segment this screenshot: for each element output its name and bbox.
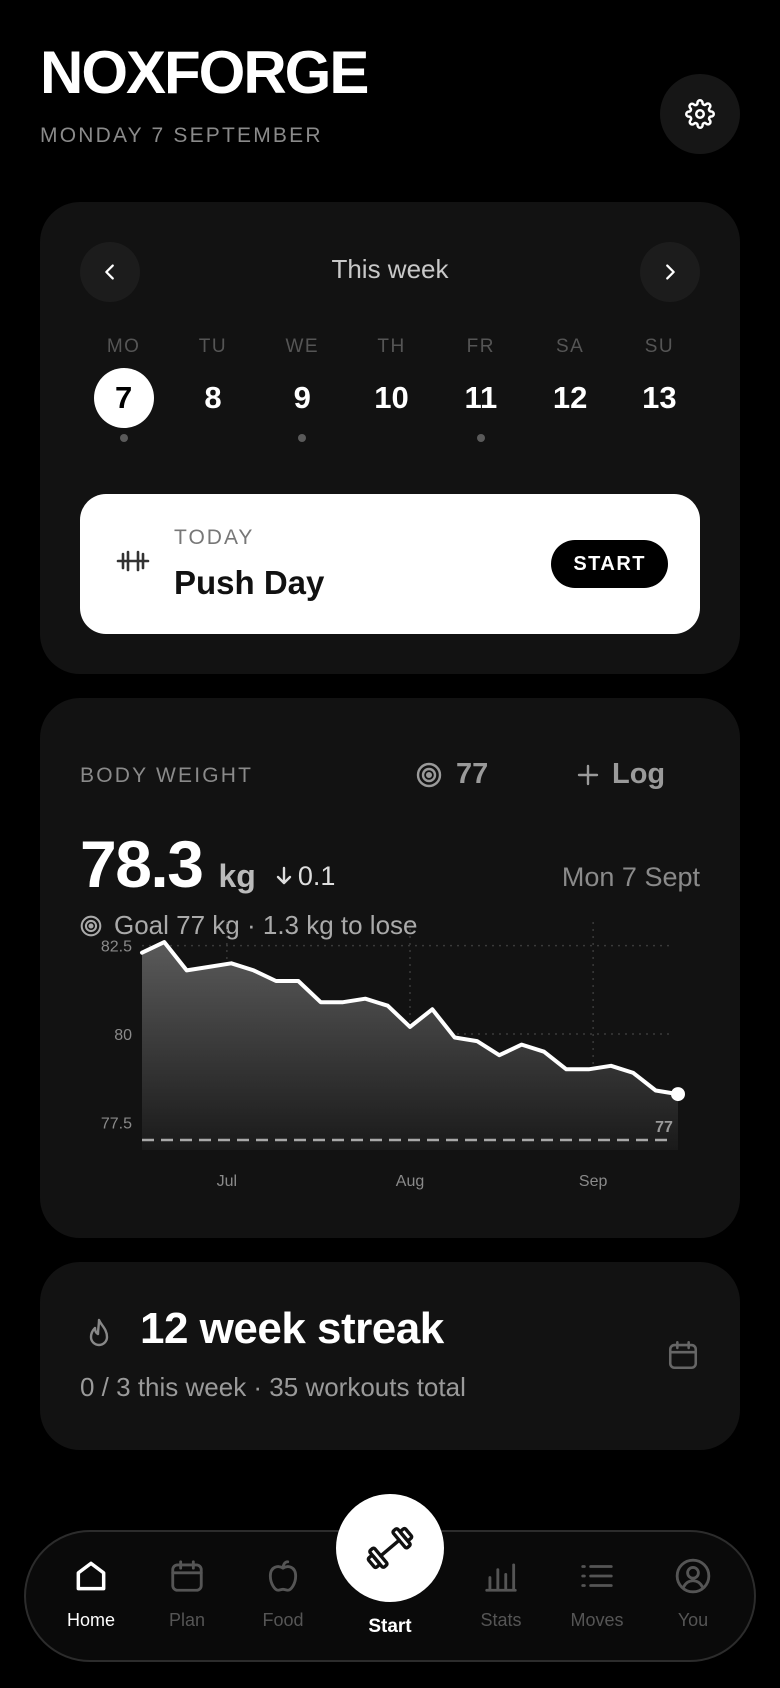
today-workout-card[interactable]: TODAY Push Day START (80, 494, 700, 634)
day-abbr: TH (377, 336, 406, 357)
day-abbr: TU (198, 336, 228, 357)
current-date: MONDAY 7 SEPTEMBER (40, 124, 323, 147)
start-workout-button[interactable]: START (551, 540, 668, 588)
day-mon[interactable]: MO 7 (79, 336, 168, 442)
workout-dot (119, 434, 128, 442)
flame-icon (89, 1318, 109, 1347)
workout-dot (655, 434, 663, 442)
list-icon (581, 1565, 613, 1587)
x-tick-label: Sep (579, 1173, 608, 1190)
day-number: 11 (464, 380, 498, 415)
day-abbr: MO (106, 336, 141, 357)
chevron-right-icon (666, 264, 675, 280)
tab-label: Plan (168, 1610, 206, 1630)
tab-home[interactable]: Home (46, 1554, 136, 1631)
tab-label: Start (368, 1616, 412, 1637)
barbell-icon (116, 550, 150, 572)
day-thu[interactable]: TH 10 (347, 336, 436, 442)
dumbbell-icon (366, 1526, 414, 1570)
apple-icon (268, 1560, 298, 1592)
tab-plan[interactable]: Plan (142, 1554, 232, 1631)
tab-label: You (677, 1610, 709, 1630)
y-tick-label: 82.5 (101, 939, 132, 956)
header: NOXFORGE MONDAY 7 SEPTEMBER (40, 39, 369, 148)
day-sat[interactable]: SA 12 (525, 336, 614, 442)
goal-line-label: 77 (655, 1119, 673, 1136)
workout-dot (298, 434, 307, 442)
workout-dot (209, 434, 217, 442)
weight-area (142, 942, 678, 1150)
calendar-icon (171, 1560, 203, 1592)
x-tick-label: Aug (396, 1173, 424, 1190)
week-card: This week MO 7 TU 8 WE 9 TH 10 FR 11 SA … (40, 202, 740, 674)
workout-dot (566, 434, 574, 442)
day-number: 7 (93, 368, 154, 428)
day-number: 9 (293, 380, 311, 415)
gear-icon (685, 99, 715, 129)
calendar-icon[interactable] (666, 1338, 700, 1372)
tab-moves[interactable]: Moves (552, 1554, 642, 1631)
tab-label: Stats (480, 1610, 522, 1630)
day-tue[interactable]: TU 8 (168, 336, 257, 442)
streak-card[interactable]: 12 week streak 0 / 3 this week · 35 work… (40, 1262, 740, 1450)
day-number: 12 (552, 380, 588, 415)
x-tick-label: Jul (217, 1173, 237, 1190)
day-abbr: WE (285, 336, 320, 357)
y-tick-label: 80 (114, 1027, 132, 1044)
tab-food[interactable]: Food (238, 1554, 328, 1631)
day-wed[interactable]: WE 9 (258, 336, 347, 442)
week-title: This week (331, 254, 449, 284)
day-number: 10 (374, 380, 409, 415)
day-number: 13 (642, 380, 677, 415)
tab-stats[interactable]: Stats (456, 1554, 546, 1631)
body-weight-card: BODY WEIGHT 77 Log 78.3 kg 0.1 Mon 7 Sep… (40, 698, 740, 1238)
week-days: MO 7 TU 8 WE 9 TH 10 FR 11 SA 12 SU 13 (79, 336, 704, 442)
weight-chart: 82.5 80 77.5 Jul Aug Sep 77 (101, 922, 685, 1190)
home-icon (76, 1561, 106, 1591)
y-tick-label: 77.5 (101, 1115, 132, 1132)
next-week-button[interactable] (640, 242, 700, 302)
start-workout-fab[interactable] (336, 1494, 444, 1602)
day-abbr: SA (555, 336, 585, 357)
workout-dot (476, 434, 485, 442)
workout-name: Push Day (174, 564, 325, 601)
today-label: TODAY (174, 526, 255, 549)
streak-title: 12 week streak (140, 1304, 444, 1353)
tab-label: Moves (570, 1610, 624, 1630)
user-icon (675, 1558, 711, 1594)
day-number: 8 (204, 380, 222, 415)
day-abbr: SU (644, 336, 675, 357)
settings-button[interactable] (660, 74, 740, 154)
bar-chart-icon (485, 1563, 517, 1592)
workout-dot (388, 434, 396, 442)
tab-label: Home (66, 1610, 115, 1630)
latest-weight-point[interactable] (671, 1087, 685, 1102)
app-title: NOXFORGE (40, 39, 369, 106)
day-abbr: FR (466, 336, 495, 357)
tab-label: Food (262, 1610, 304, 1630)
tab-you[interactable]: You (648, 1554, 738, 1631)
day-sun[interactable]: SU 13 (615, 336, 704, 442)
day-fri[interactable]: FR 11 (436, 336, 525, 442)
streak-subtitle: 0 / 3 this week · 35 workouts total (80, 1372, 466, 1402)
